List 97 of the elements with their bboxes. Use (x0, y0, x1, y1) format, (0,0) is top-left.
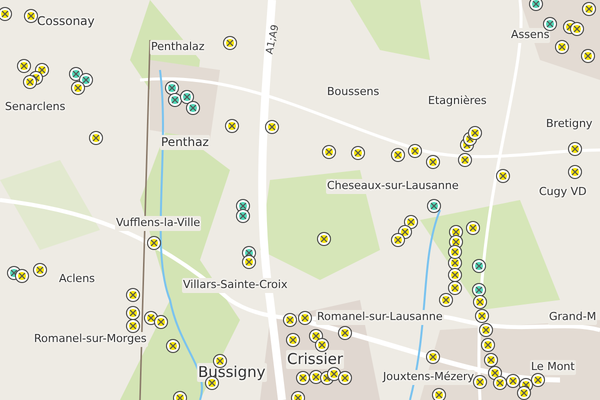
map-marker-icon[interactable] (339, 327, 351, 339)
map-marker-icon[interactable] (339, 372, 351, 384)
map-marker-icon[interactable] (328, 368, 340, 380)
map-marker-icon[interactable] (532, 374, 544, 386)
map-marker-icon[interactable] (237, 200, 249, 212)
map-marker-icon[interactable] (127, 320, 139, 332)
map-marker-icon[interactable] (169, 94, 181, 106)
place-label: Cossonay (36, 14, 96, 30)
map-marker-icon[interactable] (0, 8, 11, 20)
map-marker-icon[interactable] (449, 246, 461, 258)
place-label: Etagnières (427, 94, 488, 109)
map-marker-icon[interactable] (310, 371, 322, 383)
place-label: Grand-M (548, 310, 598, 325)
map-marker-icon[interactable] (243, 256, 255, 268)
map-marker-icon[interactable] (556, 41, 568, 53)
map-marker-icon[interactable] (287, 334, 299, 346)
place-label: Romanel-sur-Lausanne (316, 310, 444, 325)
map-marker-icon[interactable] (427, 351, 439, 363)
place-label: Jouxtens-Mézery (382, 370, 476, 385)
map-marker-icon[interactable] (34, 264, 46, 276)
map-marker-icon[interactable] (473, 260, 485, 272)
map-marker-icon[interactable] (72, 82, 84, 94)
map-marker-icon[interactable] (127, 289, 139, 301)
map-marker-icon[interactable] (427, 156, 439, 168)
place-label: Cugy VD (538, 185, 588, 200)
map-marker-icon[interactable] (148, 237, 160, 249)
map-marker-icon[interactable] (569, 166, 581, 178)
map-marker-icon[interactable] (450, 236, 462, 248)
map-marker-icon[interactable] (469, 127, 481, 139)
place-label: Crissier (286, 350, 344, 369)
map-marker-icon[interactable] (507, 375, 519, 387)
map-marker-icon[interactable] (485, 354, 497, 366)
map-marker-icon[interactable] (582, 50, 594, 62)
map-marker-icon[interactable] (459, 154, 471, 166)
map-marker-icon[interactable] (24, 76, 36, 88)
map-marker-icon[interactable] (145, 312, 157, 324)
map-marker-icon[interactable] (569, 143, 581, 155)
map-marker-icon[interactable] (494, 377, 506, 389)
map-marker-icon[interactable] (392, 149, 404, 161)
map-marker-icon[interactable] (323, 146, 335, 158)
map-marker-icon[interactable] (155, 316, 167, 328)
map-marker-icon[interactable] (187, 102, 199, 114)
map-marker-icon[interactable] (214, 355, 226, 367)
map-marker-icon[interactable] (467, 222, 479, 234)
map-marker-icon[interactable] (449, 269, 461, 281)
place-label: Cheseaux-sur-Lausanne (326, 179, 460, 194)
map-marker-icon[interactable] (474, 296, 486, 308)
map-marker-icon[interactable] (583, 3, 595, 15)
map-marker-icon[interactable] (224, 37, 236, 49)
map-marker-icon[interactable] (18, 60, 30, 72)
map-marker-icon[interactable] (127, 307, 139, 319)
map-marker-icon[interactable] (433, 389, 445, 400)
map-marker-icon[interactable] (474, 376, 486, 388)
map-marker-icon[interactable] (181, 91, 193, 103)
map-marker-icon[interactable] (297, 372, 309, 384)
map-marker-icon[interactable] (428, 200, 440, 212)
map-marker-icon[interactable] (571, 23, 583, 35)
map-marker-icon[interactable] (473, 284, 485, 296)
map-marker-icon[interactable] (518, 387, 530, 399)
map-marker-icon[interactable] (266, 121, 278, 133)
map-marker-icon[interactable] (80, 74, 92, 86)
map-marker-icon[interactable] (166, 82, 178, 94)
place-label: Bretigny (545, 117, 594, 132)
map-marker-icon[interactable] (450, 226, 462, 238)
map-marker-icon[interactable] (284, 314, 296, 326)
map-marker-icon[interactable] (392, 234, 404, 246)
place-label: Assens (510, 28, 550, 43)
place-label: Penthalaz (150, 40, 206, 55)
place-label: Penthaz (160, 134, 210, 150)
map-marker-icon[interactable] (352, 147, 364, 159)
map-marker-icon[interactable] (237, 210, 249, 222)
map-marker-icon[interactable] (70, 68, 82, 80)
place-label: Le Mont (530, 360, 576, 375)
map-marker-icon[interactable] (544, 18, 556, 30)
map-marker-icon[interactable] (16, 270, 28, 282)
map-marker-icon[interactable] (90, 132, 102, 144)
map-marker-icon[interactable] (440, 294, 452, 306)
map-marker-icon[interactable] (482, 339, 494, 351)
map-marker-icon[interactable] (310, 330, 322, 342)
map-marker-icon[interactable] (167, 340, 179, 352)
place-label: Vufflens-la-Ville (115, 216, 202, 231)
map-marker-icon[interactable] (480, 324, 492, 336)
map-marker-icon[interactable] (299, 312, 311, 324)
map-marker-icon[interactable] (226, 120, 238, 132)
map-marker-icon[interactable] (489, 367, 501, 379)
map-marker-icon[interactable] (449, 282, 461, 294)
place-label: Romanel-sur-Morges (33, 332, 148, 347)
map-marker-icon[interactable] (497, 170, 509, 182)
map-marker-icon[interactable] (316, 339, 328, 351)
map-marker-icon[interactable] (476, 310, 488, 322)
map-marker-icon[interactable] (530, 0, 542, 10)
road-label: A1;A9 (264, 24, 282, 56)
map-marker-icon[interactable] (25, 10, 37, 22)
map-marker-icon[interactable] (405, 216, 417, 228)
map-marker-icon[interactable] (318, 233, 330, 245)
place-label: Villars-Sainte-Croix (182, 278, 288, 293)
map-marker-icon[interactable] (409, 145, 421, 157)
